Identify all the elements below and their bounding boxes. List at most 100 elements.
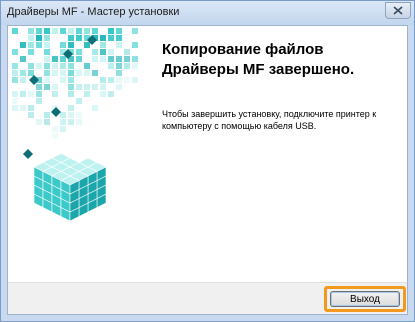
- pixel-block: [44, 70, 50, 76]
- pixel-block: [28, 35, 34, 41]
- pixel-block: [12, 70, 18, 76]
- pixel-block: [36, 91, 42, 97]
- pixel-block: [116, 77, 122, 83]
- pixel-block: [92, 70, 98, 76]
- pixel-block: [108, 77, 114, 83]
- pixel-block: [92, 105, 98, 111]
- pixel-block: [28, 28, 34, 34]
- pixel-block: [28, 91, 34, 97]
- pixel-block: [68, 91, 74, 97]
- pixel-block: [36, 84, 42, 90]
- pixel-block: [76, 84, 82, 90]
- close-button[interactable]: [385, 2, 411, 19]
- pixel-block: [20, 77, 26, 83]
- pixel-block: [20, 105, 26, 111]
- pixel-block: [20, 56, 26, 62]
- pixel-block: [44, 42, 50, 48]
- close-icon: [393, 6, 403, 15]
- pixel-block: [132, 77, 138, 83]
- pixel-block: [44, 28, 50, 34]
- pixel-block: [36, 28, 42, 34]
- diamond-marker: [29, 75, 39, 85]
- pixel-block: [76, 56, 82, 62]
- pixel-block: [44, 119, 50, 125]
- pixel-block: [44, 84, 50, 90]
- completion-message: Чтобы завершить установку, подключите пр…: [162, 109, 377, 131]
- pixel-block: [76, 98, 82, 104]
- pixel-block: [132, 28, 138, 34]
- button-bar: Выход: [8, 282, 407, 314]
- pixel-block: [60, 28, 66, 34]
- pixel-block: [44, 56, 50, 62]
- pixel-block: [60, 42, 66, 48]
- pixel-block: [20, 42, 26, 48]
- pixel-block: [68, 42, 74, 48]
- completion-heading: Копирование файлов Драйверы MF завершено…: [162, 41, 355, 78]
- installer-window: Драйверы MF - Мастер установки Копирован…: [0, 0, 415, 322]
- pixel-block: [52, 63, 58, 69]
- pixel-block: [36, 63, 42, 69]
- pixel-block: [132, 63, 138, 69]
- pixel-block: [92, 56, 98, 62]
- pixel-block: [100, 35, 106, 41]
- pixel-block: [36, 119, 42, 125]
- pixel-block: [36, 98, 42, 104]
- pixel-block: [92, 28, 98, 34]
- pixel-block: [60, 70, 66, 76]
- pixel-block: [76, 35, 82, 41]
- pixel-block: [100, 91, 106, 97]
- pixel-block: [76, 112, 82, 118]
- pixel-block: [28, 105, 34, 111]
- pixel-block: [12, 77, 18, 83]
- pixel-block: [68, 77, 74, 83]
- pixel-block: [52, 84, 58, 90]
- pixel-block: [100, 42, 106, 48]
- pixel-block: [92, 84, 98, 90]
- pixel-block: [116, 42, 122, 48]
- pixel-block: [132, 56, 138, 62]
- pixel-block: [60, 77, 66, 83]
- pixel-block: [116, 84, 122, 90]
- cube-illustration-icon: [12, 28, 138, 222]
- pixel-block: [28, 49, 34, 55]
- pixel-block: [36, 42, 42, 48]
- pixel-block: [60, 126, 66, 132]
- pixel-block: [28, 63, 34, 69]
- pixel-block: [52, 126, 58, 132]
- pixel-block: [84, 42, 90, 48]
- pixel-block: [124, 63, 130, 69]
- pixel-block: [92, 49, 98, 55]
- title-bar[interactable]: Драйверы MF - Мастер установки: [1, 1, 414, 25]
- pixel-block: [68, 119, 74, 125]
- pixel-block: [12, 49, 18, 55]
- pixel-block: [52, 56, 58, 62]
- pixel-block: [44, 77, 50, 83]
- pixel-block: [76, 119, 82, 125]
- pixel-block: [108, 49, 114, 55]
- pixel-block: [116, 70, 122, 76]
- pixel-block: [52, 133, 58, 139]
- pixel-block: [116, 35, 122, 41]
- pixel-block: [68, 63, 74, 69]
- exit-button[interactable]: Выход: [330, 291, 400, 307]
- pixel-block: [100, 77, 106, 83]
- pixel-block: [116, 28, 122, 34]
- pixel-block: [60, 63, 66, 69]
- exit-button-highlight: Выход: [324, 286, 406, 312]
- pixel-block: [68, 112, 74, 118]
- pixel-block: [76, 49, 82, 55]
- pixel-block: [60, 56, 66, 62]
- pixel-block: [44, 49, 50, 55]
- pixel-block: [12, 105, 18, 111]
- cube-artwork: [8, 26, 146, 282]
- pixel-block: [84, 84, 90, 90]
- pixel-block: [20, 91, 26, 97]
- pixel-block: [100, 56, 106, 62]
- pixel-block: [12, 63, 18, 69]
- pixel-block: [44, 35, 50, 41]
- pixel-block: [76, 70, 82, 76]
- pixel-block: [44, 112, 50, 118]
- pixel-block: [28, 112, 34, 118]
- pixel-block: [12, 98, 18, 104]
- pixel-block: [132, 42, 138, 48]
